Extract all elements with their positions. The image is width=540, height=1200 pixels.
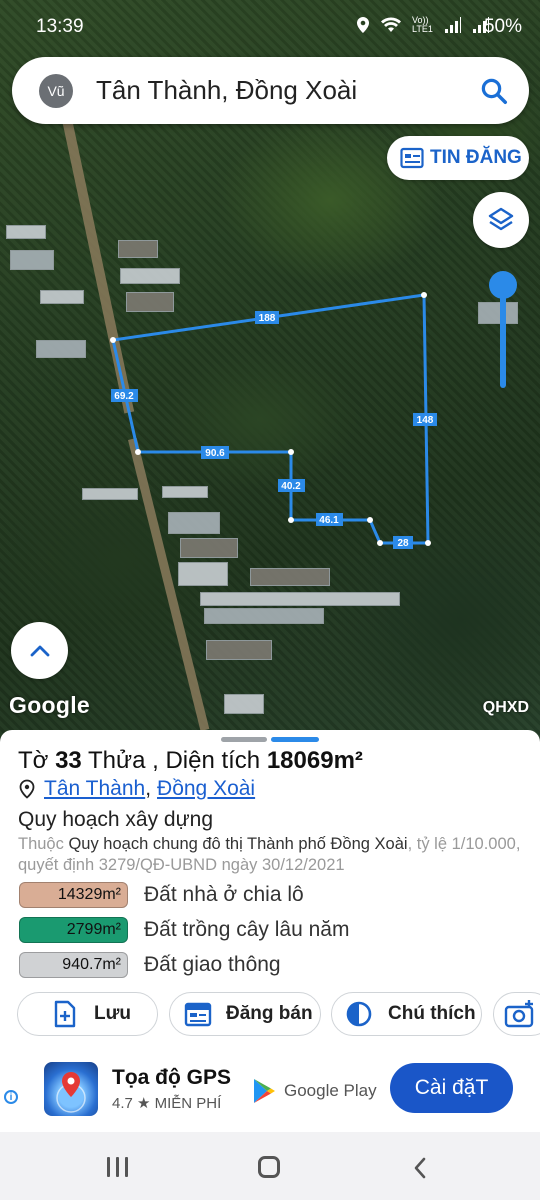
sell-button[interactable]: Đăng bán (169, 992, 321, 1036)
sheet-handle-active[interactable] (271, 737, 319, 742)
save-label: Lưu (94, 1003, 131, 1024)
sheet-handle[interactable] (221, 737, 267, 742)
google-logo: Google (9, 692, 91, 718)
city-link[interactable]: Đồng Xoài (157, 777, 255, 801)
legend-button[interactable]: Chú thích (331, 992, 482, 1036)
install-button[interactable]: Cài đặT (390, 1063, 513, 1113)
land-use-row: 2799m² Đất trồng cây lâu năm (19, 917, 519, 943)
planning-heading: Quy hoạch xây dựng (18, 808, 214, 831)
edge-label: 40.2 (281, 481, 301, 492)
planning-plan-name[interactable]: Quy hoạch chung đô thị Thành phố Đồng Xo… (68, 835, 407, 853)
search-bar[interactable]: Vũ Tân Thành, Đồng Xoài (12, 57, 529, 124)
land-use-row: 14329m² Đất nhà ở chia lô (19, 882, 519, 908)
google-play-label: Google Play (284, 1081, 377, 1100)
sheet-label: Tờ (18, 747, 49, 774)
plot-label: Thửa (88, 747, 146, 774)
edge-label: 69.2 (114, 391, 134, 402)
ad-info-icon[interactable]: i (4, 1090, 18, 1104)
back-button[interactable] (412, 1156, 428, 1180)
status-icons: Vo)) LTE1 (356, 16, 490, 34)
land-use-area: 14329m² (19, 882, 128, 908)
contrast-icon (346, 1001, 372, 1027)
gps-app-icon[interactable] (44, 1062, 98, 1116)
save-button[interactable]: Lưu (17, 992, 158, 1036)
layer-code-label: QHXD (482, 699, 529, 716)
add-photo-icon (504, 1000, 534, 1028)
search-icon[interactable] (479, 76, 509, 106)
edge-label: 188 (259, 313, 276, 324)
planning-description: Thuộc Quy hoạch chung đô thị Thành phố Đ… (18, 834, 523, 876)
land-use-area: 940.7m² (19, 952, 128, 978)
land-use-row: 940.7m² Đất giao thông (19, 952, 519, 978)
google-play-icon (254, 1079, 275, 1103)
legend-label: Chú thích (388, 1003, 476, 1024)
parcel-title: Tờ 33 Thửa , Diện tích 18069m² (18, 747, 363, 775)
chevron-up-icon (30, 645, 49, 656)
ward-link[interactable]: Tân Thành (44, 777, 145, 801)
edge-label: 28 (397, 538, 409, 549)
network-label: Vo)) LTE1 (412, 15, 433, 34)
map-pin-icon (56, 1072, 86, 1113)
expand-up-button[interactable] (11, 622, 68, 679)
planning-desc-prefix: Thuộc (18, 835, 64, 853)
recents-button[interactable] (107, 1157, 128, 1177)
listing-icon (400, 147, 424, 169)
calendar-icon (184, 1002, 212, 1027)
location-separator: , (145, 777, 152, 800)
layers-icon (488, 207, 514, 231)
status-bar: 13:39 Vo)) LTE1 50% (0, 0, 540, 54)
ad-banner[interactable]: i Tọa độ GPS 4.7 ★ MIỄN PHÍ Google Play … (0, 1050, 540, 1132)
system-nav-bar (0, 1132, 540, 1200)
parcel-location: Tân Thành , Đồng Xoài (18, 777, 255, 801)
google-play-badge: Google Play (252, 1078, 377, 1104)
land-use-area: 2799m² (19, 917, 128, 943)
wifi-icon (381, 17, 401, 32)
status-time: 13:39 (36, 16, 84, 37)
search-input[interactable]: Tân Thành, Đồng Xoài (96, 75, 357, 106)
add-photo-button[interactable] (493, 992, 540, 1036)
satellite-map[interactable]: 188 148 69.2 90.6 40.2 46.1 28 13:39 Vo)… (0, 0, 540, 740)
location-icon (357, 17, 369, 33)
edge-label: 46.1 (319, 515, 339, 526)
battery-percent: 50% (483, 16, 522, 37)
edge-label: 148 (417, 415, 434, 426)
land-use-label: Đất nhà ở chia lô (144, 883, 304, 906)
avatar[interactable]: Vũ (39, 73, 73, 108)
sell-label: Đăng bán (226, 1003, 313, 1024)
opacity-slider-track[interactable] (500, 288, 506, 388)
land-use-label: Đất giao thông (144, 953, 281, 976)
ad-rating: 4.7 ★ MIỄN PHÍ (112, 1095, 222, 1112)
tin-dang-button[interactable]: TIN ĐĂNG (387, 136, 529, 180)
area-label: , Diện tích (152, 747, 261, 774)
area-value: 18069m² (266, 747, 363, 774)
edge-label: 90.6 (205, 448, 225, 459)
layers-button[interactable] (473, 192, 529, 248)
parcel-info-sheet: Tờ 33 Thửa , Diện tích 18069m² Tân Thành… (0, 730, 540, 1050)
home-button[interactable] (258, 1156, 280, 1178)
location-pin-icon (19, 779, 35, 799)
add-file-icon (54, 1000, 76, 1028)
signal-icon (445, 17, 461, 33)
action-buttons: Lưu Đăng bán Chú thích (17, 992, 540, 1036)
land-use-label: Đất trồng cây lâu năm (144, 918, 350, 941)
ad-title: Tọa độ GPS (112, 1066, 232, 1089)
sheet-number: 33 (55, 747, 82, 774)
opacity-slider-handle[interactable] (489, 271, 517, 299)
tin-dang-label: TIN ĐĂNG (430, 147, 522, 168)
